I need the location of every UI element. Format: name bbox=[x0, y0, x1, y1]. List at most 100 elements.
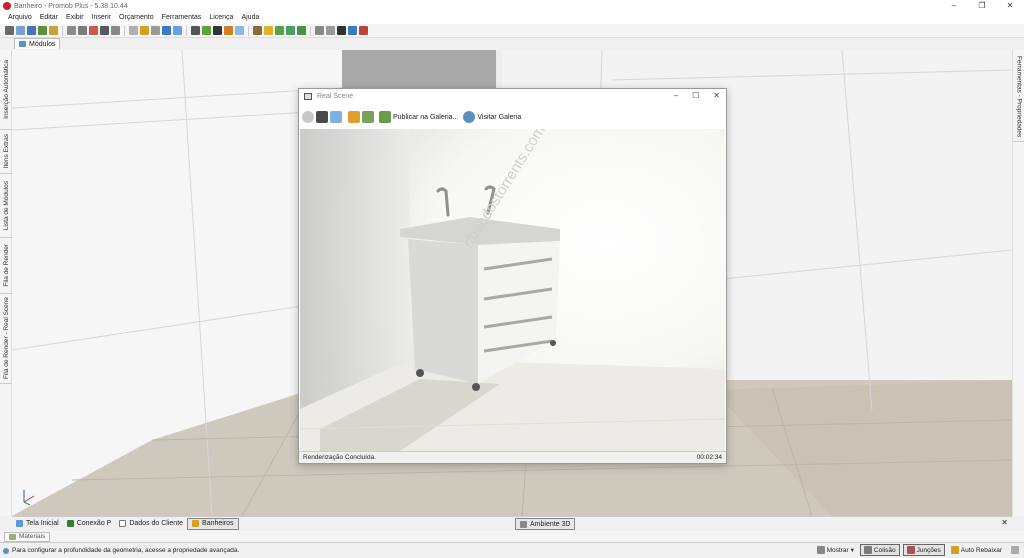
tab-ferramentas-propriedades[interactable]: Ferramentas - Propriedades bbox=[1013, 52, 1024, 142]
toolbar-button-icon[interactable] bbox=[38, 26, 47, 35]
menu-orcamento[interactable]: Orçamento bbox=[115, 12, 158, 24]
tab-conexao-p-label: Conexão P bbox=[76, 520, 112, 527]
toolbar-button-icon[interactable] bbox=[213, 26, 222, 35]
real-scene-close-button[interactable]: ✕ bbox=[713, 91, 720, 100]
toolbar-button-icon[interactable] bbox=[111, 26, 120, 35]
colisao-toggle[interactable]: Colisão bbox=[859, 544, 900, 556]
toolbar-button-icon[interactable] bbox=[151, 26, 160, 35]
tab-itens-extras[interactable]: Itens Extras bbox=[0, 130, 12, 174]
toolbar-button-icon[interactable] bbox=[224, 26, 233, 35]
menu-bar: Arquivo Editar Exibir Inserir Orçamento … bbox=[0, 12, 1024, 24]
tab-tela-inicial[interactable]: Tela Inicial bbox=[12, 518, 63, 530]
real-scene-titlebar[interactable]: Real Scene bbox=[299, 89, 726, 104]
tab-ambiente-3d[interactable]: Ambiente 3D bbox=[515, 518, 576, 530]
publish-gallery-button[interactable]: Publicar na Galeria... bbox=[379, 111, 458, 123]
auto-rebaixar-label: Auto Rebaixar bbox=[960, 546, 1002, 554]
connection-icon bbox=[66, 520, 74, 527]
document-icon bbox=[119, 520, 127, 527]
restore-button[interactable]: ❐ bbox=[968, 0, 996, 12]
cube-icon bbox=[520, 520, 527, 528]
close-view-icon[interactable]: ✕ bbox=[1001, 518, 1008, 527]
tab-tela-inicial-label: Tela Inicial bbox=[26, 520, 59, 527]
tab-banheiros[interactable]: Banheiros bbox=[187, 517, 239, 530]
toolbar-button-icon[interactable] bbox=[27, 26, 36, 35]
folder-icon bbox=[192, 520, 200, 527]
publish-gallery-label: Publicar na Galeria... bbox=[393, 113, 459, 121]
toolbar-button-icon[interactable] bbox=[359, 26, 368, 35]
toolbar-button-icon[interactable] bbox=[235, 26, 244, 35]
tab-insercao-automatica[interactable]: Inserção Automática bbox=[0, 50, 12, 130]
minimize-button[interactable]: – bbox=[940, 0, 968, 12]
real-scene-title: Real Scene bbox=[317, 93, 354, 100]
menu-exibir[interactable]: Exibir bbox=[62, 12, 88, 24]
toolbar-button-icon[interactable] bbox=[49, 26, 58, 35]
tab-lista-de-modulos[interactable]: Lista de Módulos bbox=[0, 174, 12, 238]
menu-arquivo[interactable]: Arquivo bbox=[4, 12, 36, 24]
stop-icon[interactable] bbox=[302, 111, 314, 123]
toolbar-button-icon[interactable] bbox=[337, 26, 346, 35]
modules-tab-label: Módulos bbox=[29, 40, 56, 48]
real-scene-maximize-button[interactable]: ☐ bbox=[692, 91, 699, 100]
toolbar-button-icon[interactable] bbox=[191, 26, 200, 35]
juncoes-toggle[interactable]: Junções bbox=[902, 544, 945, 556]
promob-logo-icon bbox=[3, 2, 11, 10]
toolbar-button-icon[interactable] bbox=[202, 26, 211, 35]
globe-icon bbox=[463, 111, 476, 123]
toolbar-button-icon[interactable] bbox=[129, 26, 138, 35]
right-panel-tabs: Ferramentas - Propriedades bbox=[1012, 50, 1024, 516]
materials-icon bbox=[9, 533, 16, 540]
toolbar-button-icon[interactable] bbox=[162, 26, 171, 35]
toolbar-button-icon[interactable] bbox=[326, 26, 335, 35]
save-icon[interactable] bbox=[316, 111, 328, 123]
real-scene-minimize-button[interactable]: – bbox=[674, 91, 678, 100]
toolbar-separator bbox=[124, 25, 125, 36]
tab-fila-de-render-real-scene[interactable]: Fila de Render - Real Scene bbox=[0, 294, 12, 384]
toolbar-button-icon[interactable] bbox=[78, 26, 87, 35]
toolbar-button-icon[interactable] bbox=[315, 26, 324, 35]
materials-tab[interactable]: Materiais bbox=[4, 531, 51, 542]
junction-icon bbox=[906, 546, 915, 554]
home-icon bbox=[16, 520, 23, 527]
close-button[interactable]: ✕ bbox=[996, 0, 1024, 12]
toolbar-button-icon[interactable] bbox=[297, 26, 306, 35]
tab-dados-do-cliente-label: Dados do Cliente bbox=[129, 520, 184, 527]
auto-rebaixar-toggle[interactable]: Auto Rebaixar bbox=[948, 544, 1005, 556]
colisao-label: Colisão bbox=[873, 546, 896, 554]
modules-tab[interactable]: Módulos bbox=[14, 38, 61, 49]
toolbar-button-icon[interactable] bbox=[89, 26, 98, 35]
toolbar-button-icon[interactable] bbox=[264, 26, 273, 35]
copy-icon[interactable] bbox=[330, 111, 342, 123]
materials-bar: Materiais bbox=[0, 531, 1024, 542]
mostrar-dropdown[interactable]: Mostrar ▾ bbox=[814, 544, 857, 556]
toolbar-button-icon[interactable] bbox=[16, 26, 25, 35]
menu-editar[interactable]: Editar bbox=[36, 12, 62, 24]
tab-conexao-p[interactable]: Conexão P bbox=[63, 518, 116, 530]
toolbar-button-icon[interactable] bbox=[286, 26, 295, 35]
image-icon[interactable] bbox=[362, 111, 374, 123]
document-tabs: Tela Inicial Conexão P Dados do Cliente … bbox=[12, 516, 1012, 530]
title-bar: Banheiro - Promob Plus - 5.38.10.44 – ❐ … bbox=[0, 0, 1024, 12]
menu-ajuda[interactable]: Ajuda bbox=[237, 12, 263, 24]
tab-fila-de-render[interactable]: Fila de Render bbox=[0, 238, 12, 294]
toolbar-button-icon[interactable] bbox=[275, 26, 284, 35]
toolbar-button-icon[interactable] bbox=[67, 26, 76, 35]
toolbar-button-icon[interactable] bbox=[5, 26, 14, 35]
real-scene-toolbar: Publicar na Galeria... Visitar Galeria bbox=[299, 107, 726, 127]
gallery-icon bbox=[379, 111, 391, 123]
menu-ferramentas[interactable]: Ferramentas bbox=[158, 12, 206, 24]
toolbar-button-icon[interactable] bbox=[140, 26, 149, 35]
visit-gallery-button[interactable]: Visitar Galeria bbox=[463, 111, 521, 123]
status-message: Para configurar a profundidade da geomet… bbox=[12, 547, 240, 554]
toolbar-button-icon[interactable] bbox=[173, 26, 182, 35]
toolbar-button-icon[interactable] bbox=[253, 26, 262, 35]
menu-inserir[interactable]: Inserir bbox=[88, 12, 115, 24]
tab-ambiente-3d-label: Ambiente 3D bbox=[530, 520, 571, 528]
menu-licenca[interactable]: Licença bbox=[205, 12, 237, 24]
main-toolbar bbox=[0, 24, 1024, 38]
settings-icon[interactable] bbox=[1008, 544, 1022, 556]
open-icon[interactable] bbox=[348, 111, 360, 123]
toolbar-button-icon[interactable] bbox=[348, 26, 357, 35]
tab-dados-do-cliente[interactable]: Dados do Cliente bbox=[115, 518, 187, 530]
toolbar-button-icon[interactable] bbox=[100, 26, 109, 35]
real-scene-icon bbox=[304, 93, 312, 100]
